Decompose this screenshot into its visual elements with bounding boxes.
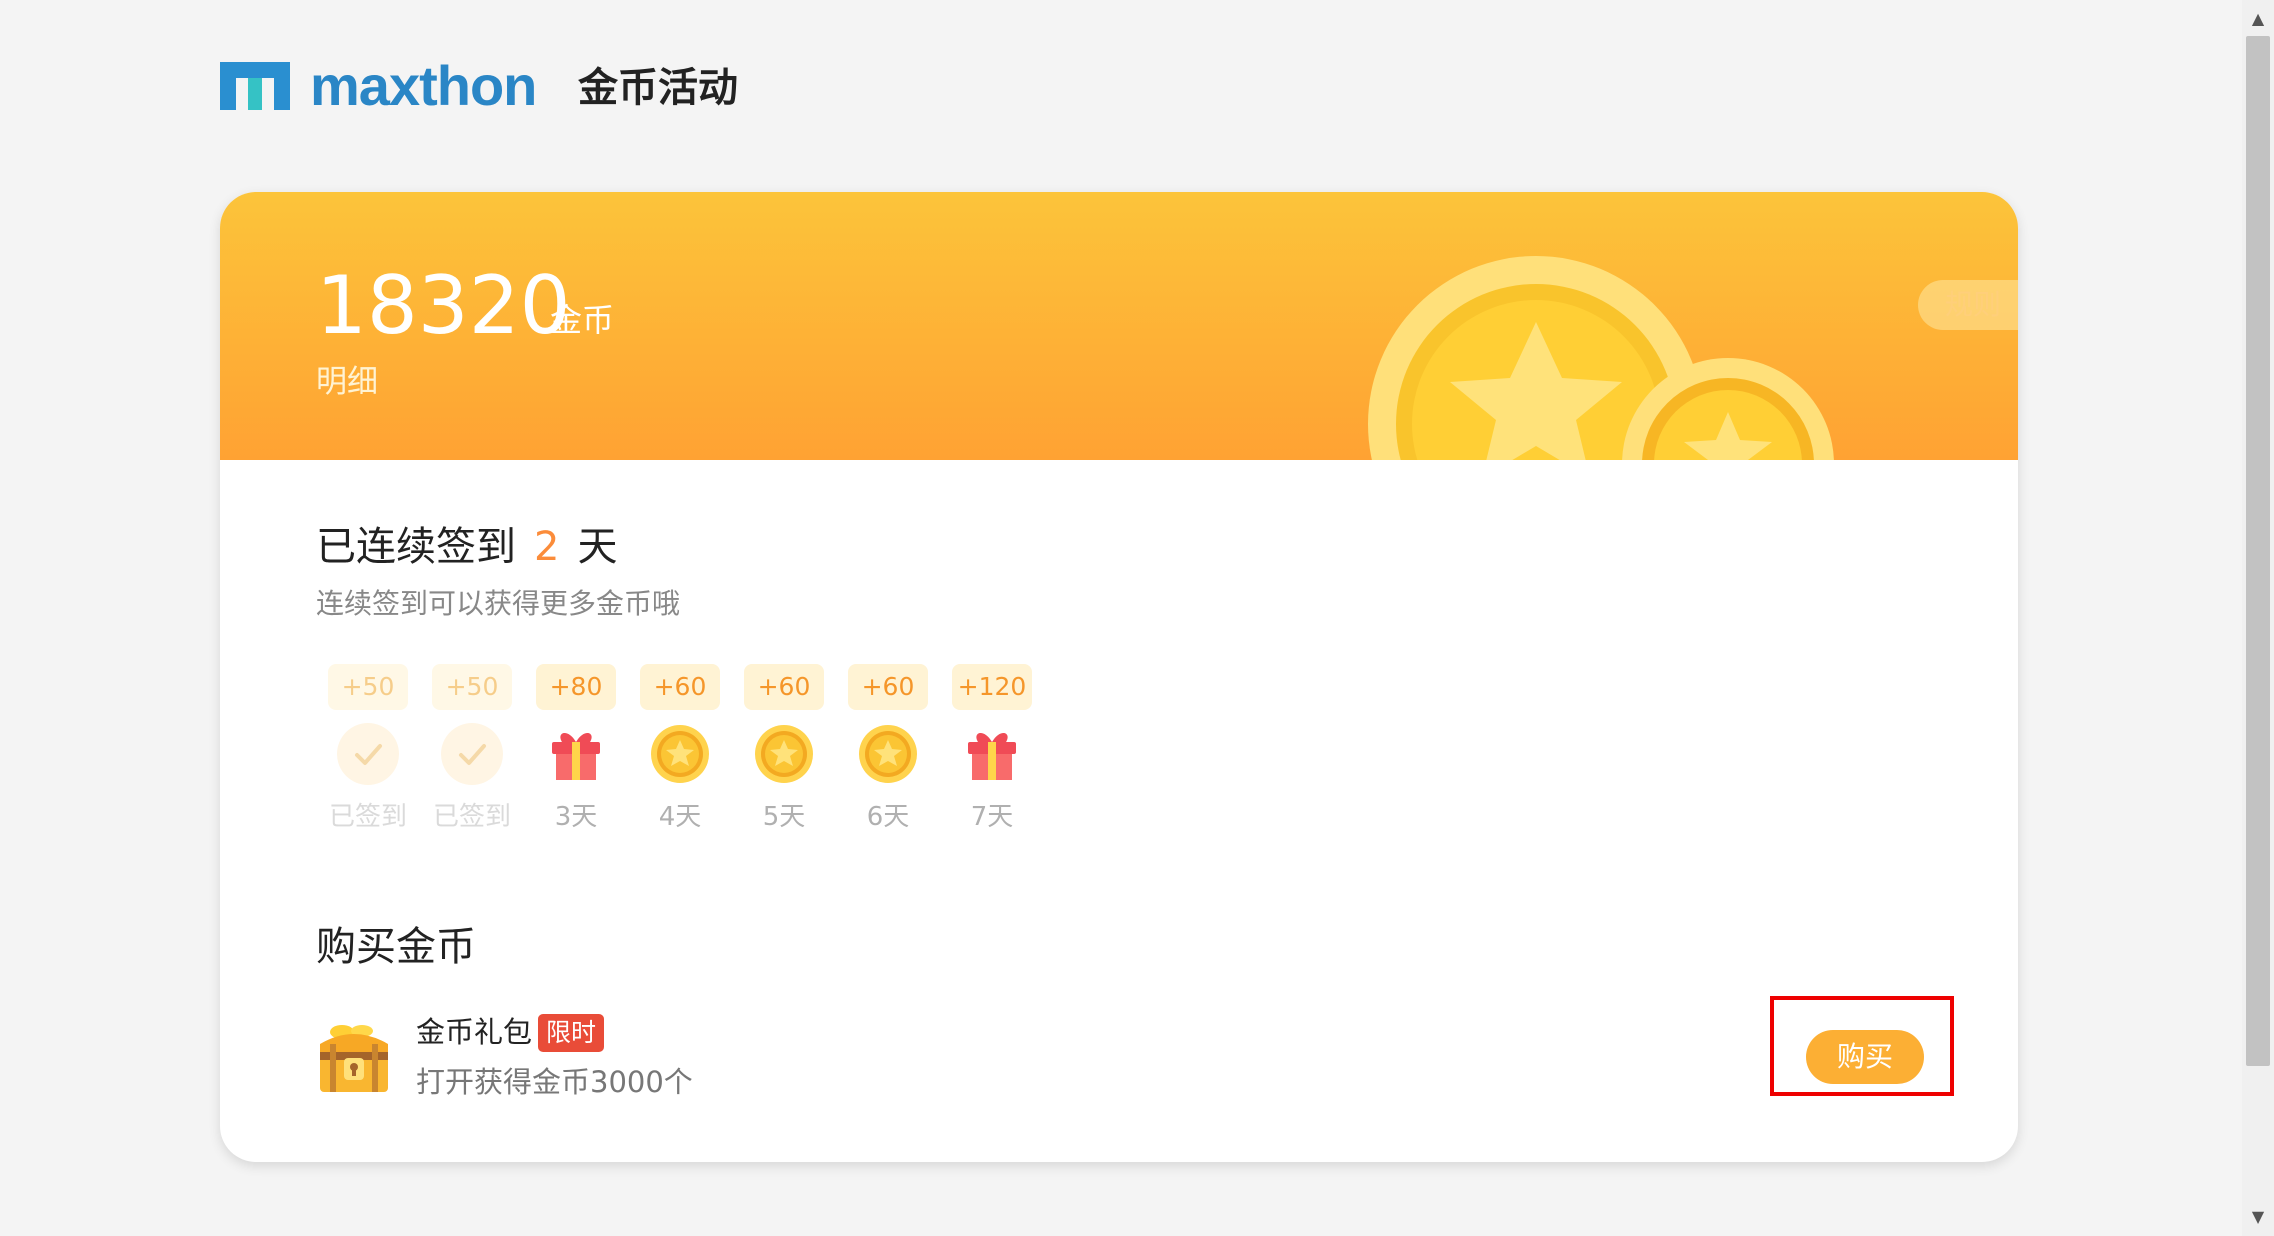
maxthon-logo-icon — [220, 62, 290, 110]
checkin-day-reward: +50 — [328, 664, 408, 710]
limited-badge: 限时 — [538, 1014, 605, 1052]
brand-name: maxthon — [310, 54, 537, 117]
coins-illustration-icon — [1368, 256, 1834, 460]
scroll-down-arrow-icon[interactable]: ▼ — [2242, 1202, 2274, 1232]
coin-icon — [752, 722, 816, 786]
checkin-day-7: +120 7天 — [940, 664, 1044, 834]
checkin-day-reward: +60 — [640, 664, 720, 710]
checkin-day-5: +60 5天 — [732, 664, 836, 834]
coin-balance-unit: 金币 — [550, 301, 615, 339]
checkin-days-row: +50 已签到 +50 已签到 +80 3天 +60 4天 +60 5天 +60 6天 +120 7天 — [316, 664, 1044, 834]
scrollbar-thumb[interactable] — [2246, 36, 2270, 1066]
treasure-chest-icon — [320, 1025, 388, 1092]
checkin-day-reward: +60 — [848, 664, 928, 710]
checkin-day-3: +80 3天 — [524, 664, 628, 834]
checkin-day-label: 已签到 — [432, 802, 511, 832]
buy-button-highlight — [1770, 996, 1954, 1096]
purchase-title: 购买金币 — [316, 924, 476, 970]
checkin-day-2: +50 已签到 — [420, 664, 524, 834]
gift-icon — [960, 722, 1024, 786]
coin-balance: 18320 — [316, 259, 571, 352]
streak-days: 2 — [534, 524, 560, 570]
checkin-title-prefix: 已连续签到 — [316, 524, 516, 570]
coin-icon — [856, 722, 920, 786]
vertical-scrollbar[interactable]: ▲ ▼ — [2242, 0, 2274, 1236]
checkin-day-label: 已签到 — [328, 802, 407, 832]
scroll-up-arrow-icon[interactable]: ▲ — [2242, 4, 2274, 34]
checkin-title: 已连续签到 2 天 — [316, 522, 617, 572]
checkin-title-suffix: 天 — [577, 524, 618, 570]
checkin-day-label: 7天 — [970, 802, 1014, 832]
checkin-day-reward: +80 — [536, 664, 616, 710]
detail-link[interactable]: 明细 — [316, 362, 378, 402]
checkin-day-reward: +60 — [744, 664, 824, 710]
rules-button[interactable]: 规则 — [1918, 280, 2018, 330]
checkin-day-label: 5天 — [762, 802, 806, 832]
check-icon — [440, 722, 504, 786]
checkin-day-1: +50 已签到 — [316, 664, 420, 834]
checkin-day-label: 6天 — [866, 802, 910, 832]
checkin-day-reward: +120 — [952, 664, 1032, 710]
gift-icon — [544, 722, 608, 786]
coin-pack-description: 打开获得金币3000个 — [416, 1065, 693, 1099]
checkin-subtitle: 连续签到可以获得更多金币哦 — [316, 587, 681, 620]
coin-pack-name: 金币礼包 — [416, 1015, 533, 1049]
balance-banner: 18320 金币 明细 规则 — [220, 192, 2018, 460]
coin-activity-card: 18320 金币 明细 规则 已连续签到 2 天 连续签到可以获得更多金币哦 +50… — [220, 192, 2018, 1162]
coin-icon — [648, 722, 712, 786]
page-title: 金币活动 — [578, 65, 738, 111]
check-icon — [336, 722, 400, 786]
checkin-day-6: +60 6天 — [836, 664, 940, 834]
checkin-day-label: 3天 — [554, 802, 598, 832]
checkin-day-reward: +50 — [432, 664, 512, 710]
checkin-day-label: 4天 — [658, 802, 702, 832]
checkin-day-4: +60 4天 — [628, 664, 732, 834]
